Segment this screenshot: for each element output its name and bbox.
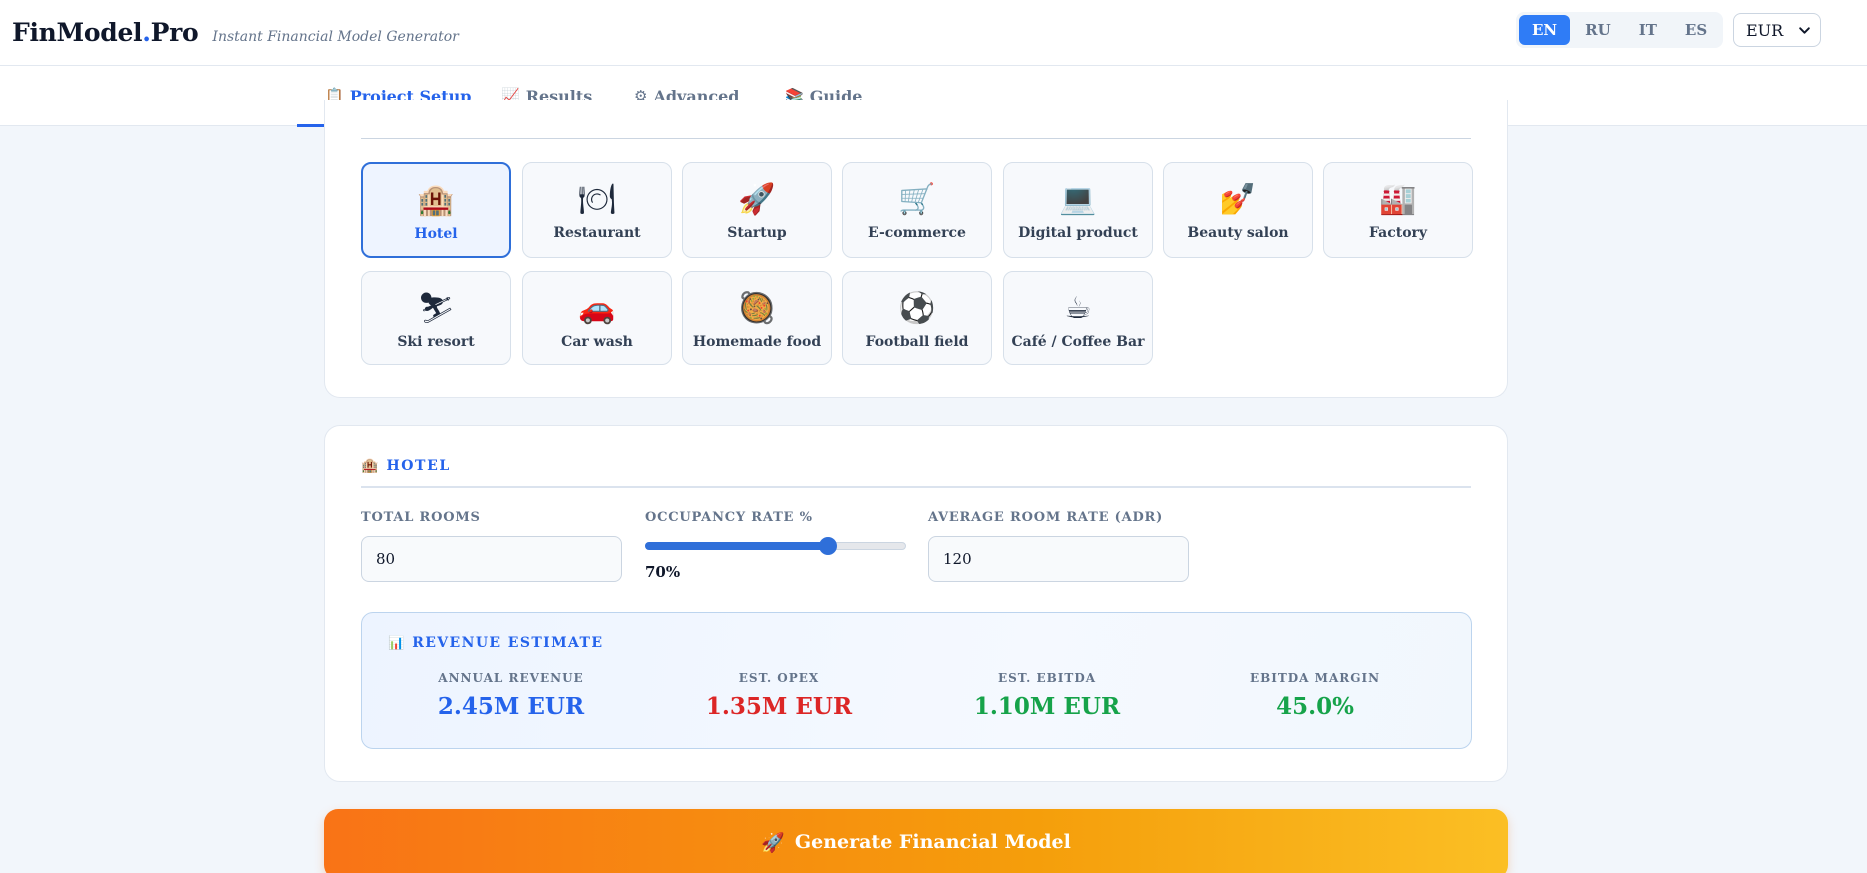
section-title: 🏨 HOTEL: [361, 458, 451, 474]
plate-cutlery-icon: 🍽: [577, 182, 617, 217]
currency-value: EUR: [1746, 20, 1784, 40]
hotel-icon: 🏨: [417, 183, 455, 218]
chevron-down-icon: [1799, 26, 1810, 34]
occupancy-rate-slider[interactable]: [645, 534, 906, 558]
adr-label: AVERAGE ROOM RATE (ADR): [928, 510, 1164, 525]
business-option-car-wash[interactable]: 🚗 Car wash: [522, 271, 672, 365]
metric-ebitda-margin: EBITDA MARGIN 45.0%: [1215, 671, 1415, 720]
business-option-startup[interactable]: 🚀 Startup: [682, 162, 832, 258]
brand-logo[interactable]: FinModel.Pro: [12, 18, 199, 47]
slider-thumb[interactable]: [818, 537, 837, 555]
metric-est-opex: EST. OPEX 1.35M EUR: [679, 671, 879, 720]
shopping-cart-icon: 🛒: [898, 182, 936, 217]
business-option-ecommerce[interactable]: 🛒 E-commerce: [842, 162, 992, 258]
language-it-button[interactable]: IT: [1626, 15, 1670, 45]
occupancy-rate-label: OCCUPANCY RATE %: [645, 510, 813, 525]
skier-icon: ⛷: [416, 291, 456, 326]
section-divider: [361, 138, 1471, 139]
section-divider: [361, 486, 1471, 488]
hotel-icon: 🏨: [361, 458, 379, 474]
brand-tagline: Instant Financial Model Generator: [212, 29, 459, 45]
business-option-digital-product[interactable]: 💻 Digital product: [1003, 162, 1153, 258]
top-header: FinModel.Pro Instant Financial Model Gen…: [0, 0, 1867, 66]
brand: FinModel.Pro Instant Financial Model Gen…: [12, 18, 459, 47]
total-rooms-input[interactable]: [361, 536, 622, 582]
total-rooms-label: TOTAL ROOMS: [361, 510, 481, 525]
business-type-card: 🏨 Hotel 🍽 Restaurant 🚀 Startup 🛒 E-comme…: [324, 100, 1508, 398]
language-ru-button[interactable]: RU: [1572, 15, 1624, 45]
laptop-icon: 💻: [1059, 182, 1097, 217]
metric-value: 45.0%: [1276, 693, 1354, 720]
occupancy-rate-value: 70%: [645, 563, 681, 581]
coffee-cup-icon: ☕: [1064, 291, 1092, 326]
business-option-beauty-salon[interactable]: 💅 Beauty salon: [1163, 162, 1313, 258]
business-option-ski-resort[interactable]: ⛷ Ski resort: [361, 271, 511, 365]
currency-select[interactable]: EUR: [1733, 13, 1821, 47]
business-option-restaurant[interactable]: 🍽 Restaurant: [522, 162, 672, 258]
language-switcher: EN RU IT ES: [1516, 12, 1724, 48]
revenue-estimate-title: 📊 REVENUE ESTIMATE: [388, 635, 604, 651]
business-option-cafe[interactable]: ☕ Café / Coffee Bar: [1003, 271, 1153, 365]
metric-annual-revenue: ANNUAL REVENUE 2.45M EUR: [411, 671, 611, 720]
business-option-hotel[interactable]: 🏨 Hotel: [361, 162, 511, 258]
language-es-button[interactable]: ES: [1672, 15, 1720, 45]
hotel-parameters-card: 🏨 HOTEL TOTAL ROOMS OCCUPANCY RATE % 70%…: [324, 425, 1508, 782]
business-option-homemade-food[interactable]: 🥘 Homemade food: [682, 271, 832, 365]
rocket-icon: 🚀: [738, 182, 776, 217]
business-option-football-field[interactable]: ⚽ Football field: [842, 271, 992, 365]
adr-input[interactable]: [928, 536, 1189, 582]
pan-food-icon: 🥘: [738, 291, 776, 326]
rocket-icon: 🚀: [761, 832, 785, 854]
car-icon: 🚗: [578, 291, 616, 326]
nail-polish-icon: 💅: [1219, 182, 1257, 217]
metric-est-ebitda: EST. EBITDA 1.10M EUR: [947, 671, 1147, 720]
soccer-ball-icon: ⚽: [898, 291, 936, 326]
factory-icon: 🏭: [1379, 182, 1417, 217]
language-en-button[interactable]: EN: [1519, 15, 1571, 45]
metric-value: 2.45M EUR: [437, 693, 585, 720]
metric-value: 1.10M EUR: [973, 693, 1121, 720]
slider-fill: [645, 542, 828, 550]
business-option-factory[interactable]: 🏭 Factory: [1323, 162, 1473, 258]
bar-chart-icon: 📊: [388, 635, 405, 651]
revenue-estimate-panel: 📊 REVENUE ESTIMATE ANNUAL REVENUE 2.45M …: [361, 612, 1472, 749]
generate-model-button[interactable]: 🚀 Generate Financial Model: [324, 809, 1508, 873]
metric-value: 1.35M EUR: [705, 693, 853, 720]
